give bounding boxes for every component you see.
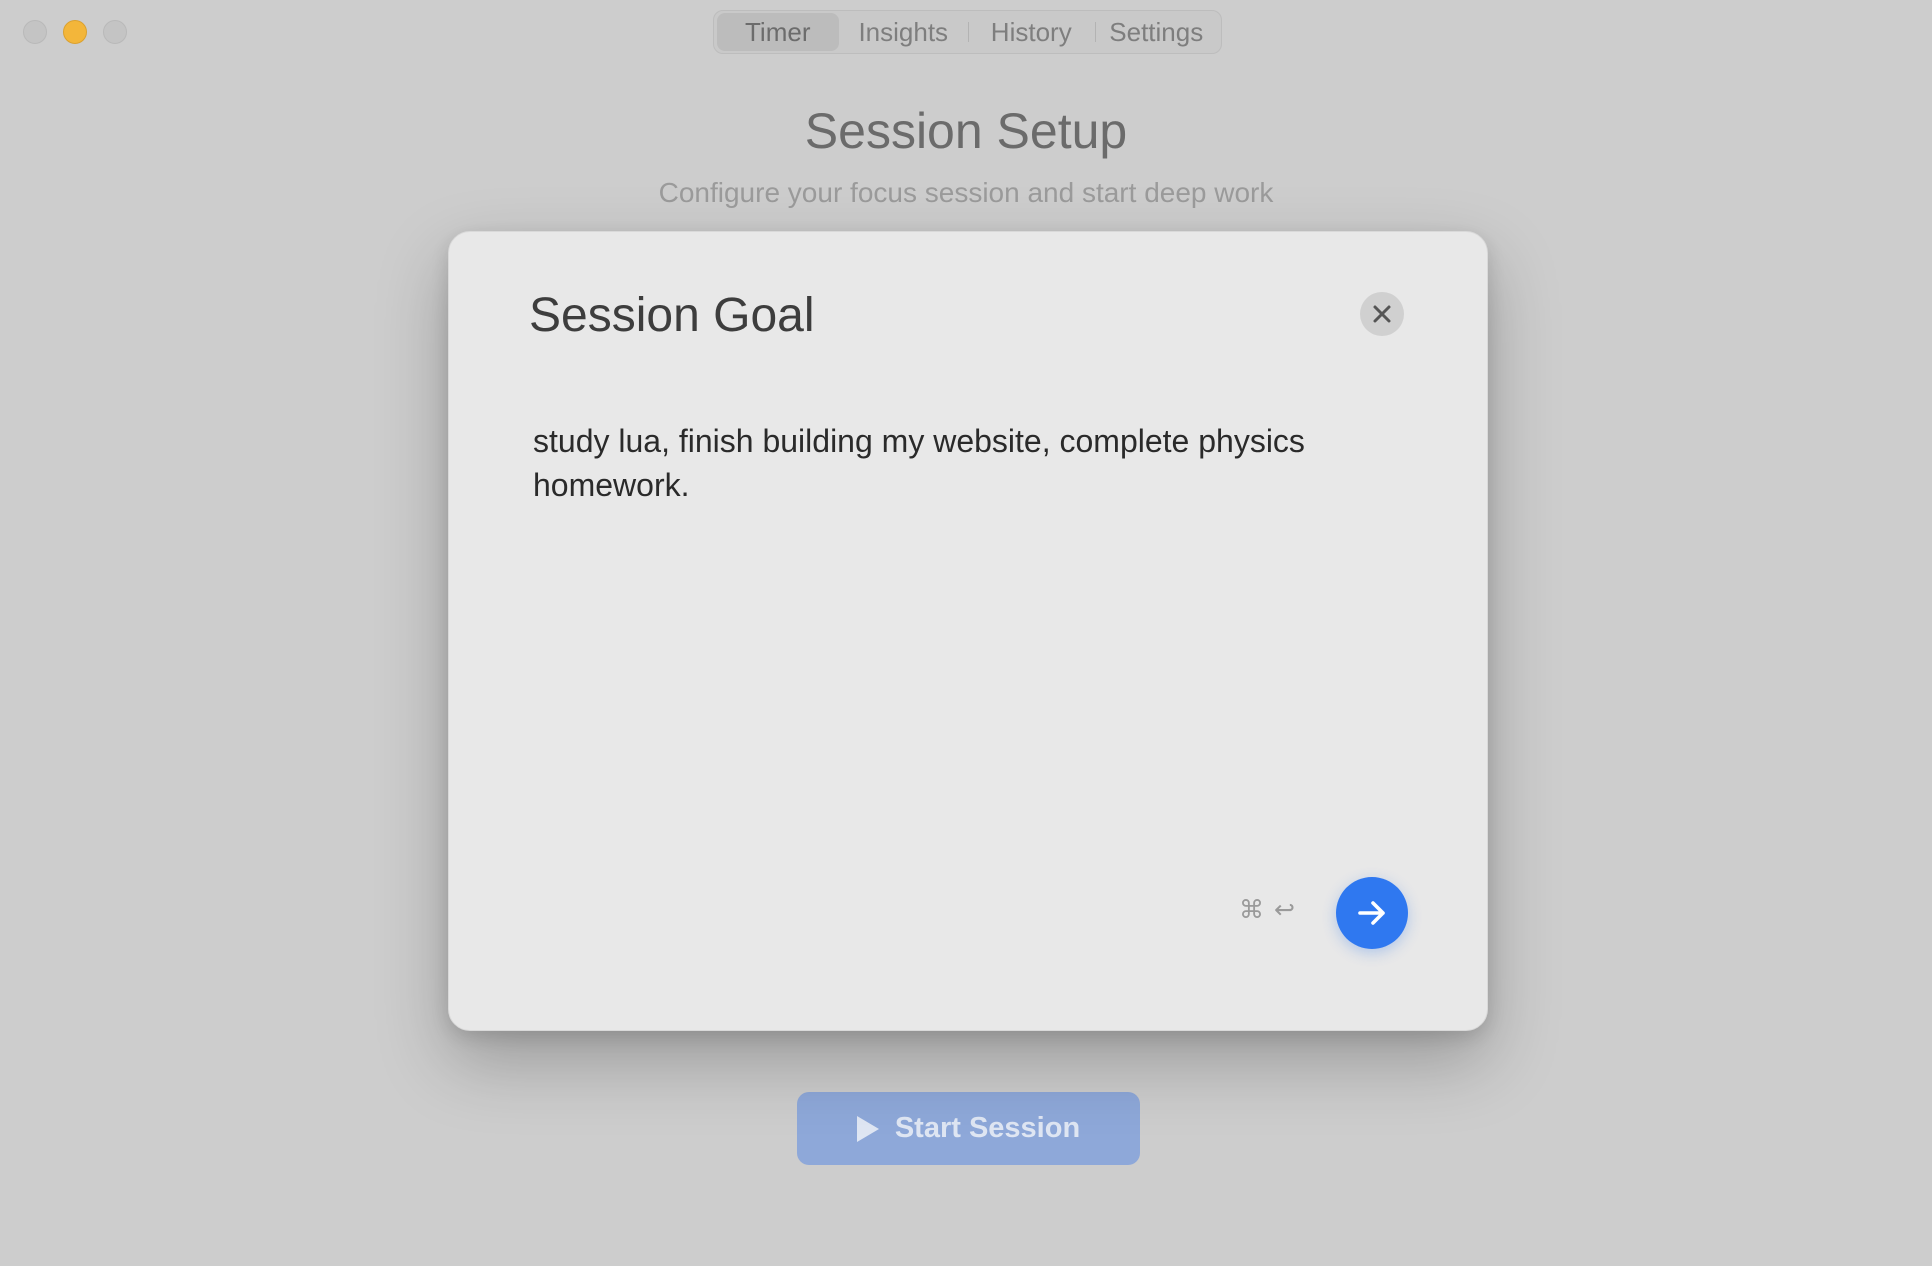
- keyboard-shortcut-hint: ⌘ ↩: [1239, 895, 1295, 925]
- command-key-icon: ⌘: [1239, 896, 1264, 924]
- dialog-title: Session Goal: [529, 289, 815, 342]
- page-title: Session Setup: [804, 103, 1128, 159]
- minimize-window-button[interactable]: [63, 20, 87, 44]
- tab-settings[interactable]: Settings: [1094, 13, 1219, 51]
- return-key-icon: ↩: [1274, 896, 1295, 924]
- play-icon: [856, 1115, 879, 1142]
- start-session-label: Start Session: [894, 1112, 1081, 1144]
- tab-insights[interactable]: Insights: [839, 13, 968, 51]
- tab-bar: Timer Insights History Settings: [713, 10, 1222, 54]
- close-window-button[interactable]: [23, 20, 47, 44]
- tab-history[interactable]: History: [968, 13, 1095, 51]
- app-window: Timer Insights History Settings Session …: [0, 0, 1932, 1266]
- page-subtitle: Configure your focus session and start d…: [658, 177, 1274, 208]
- zoom-window-button[interactable]: [103, 20, 127, 44]
- submit-goal-button[interactable]: [1336, 877, 1408, 949]
- arrow-right-icon: [1358, 901, 1385, 925]
- session-goal-dialog: Session Goal study lua, finish building …: [448, 231, 1488, 1031]
- window-controls: [23, 20, 127, 44]
- start-session-button[interactable]: Start Session: [797, 1092, 1140, 1165]
- goal-input[interactable]: study lua, finish building my website, c…: [533, 419, 1413, 839]
- dialog-close-button[interactable]: [1360, 292, 1404, 336]
- tab-timer[interactable]: Timer: [717, 13, 839, 51]
- close-icon: [1373, 305, 1391, 323]
